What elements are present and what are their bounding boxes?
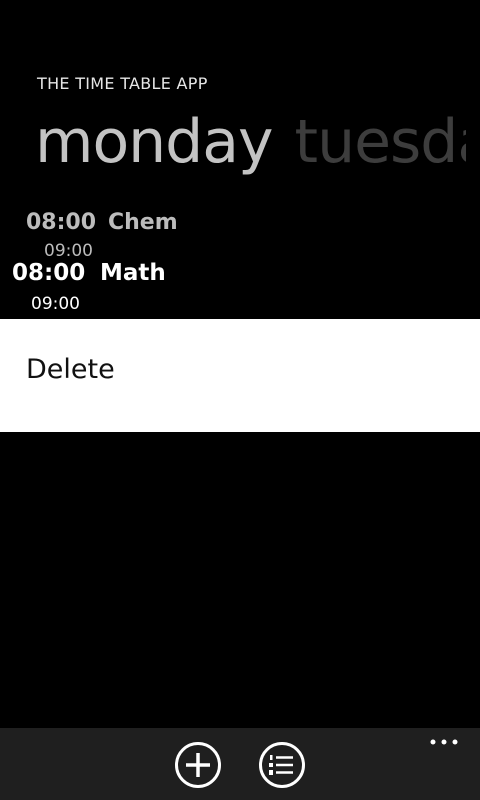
app-title: THE TIME TABLE APP <box>37 74 208 93</box>
list-button[interactable] <box>258 741 306 789</box>
end-time: 09:00 <box>44 241 93 261</box>
app-bar <box>0 728 480 800</box>
delete-label: Delete <box>26 354 115 385</box>
more-button[interactable] <box>424 730 464 754</box>
screen: THE TIME TABLE APP monday tuesday 08:00 C… <box>0 0 480 800</box>
pivot-header: monday tuesday <box>35 104 466 184</box>
pivot-item-tuesday[interactable]: tuesday <box>295 104 466 180</box>
numbered-list-icon <box>259 742 305 788</box>
subject-name: Math <box>100 260 166 286</box>
end-time: 09:00 <box>31 294 80 314</box>
delete-menu-item[interactable]: Delete <box>0 319 480 432</box>
pivot-item-monday[interactable]: monday <box>35 104 274 180</box>
add-button[interactable] <box>174 741 222 789</box>
start-time: 08:00 <box>12 260 86 286</box>
add-icon <box>175 742 221 788</box>
subject-name: Chem <box>108 210 178 235</box>
start-time: 08:00 <box>26 210 97 235</box>
context-menu: Delete <box>0 319 480 432</box>
more-icon <box>430 739 458 745</box>
